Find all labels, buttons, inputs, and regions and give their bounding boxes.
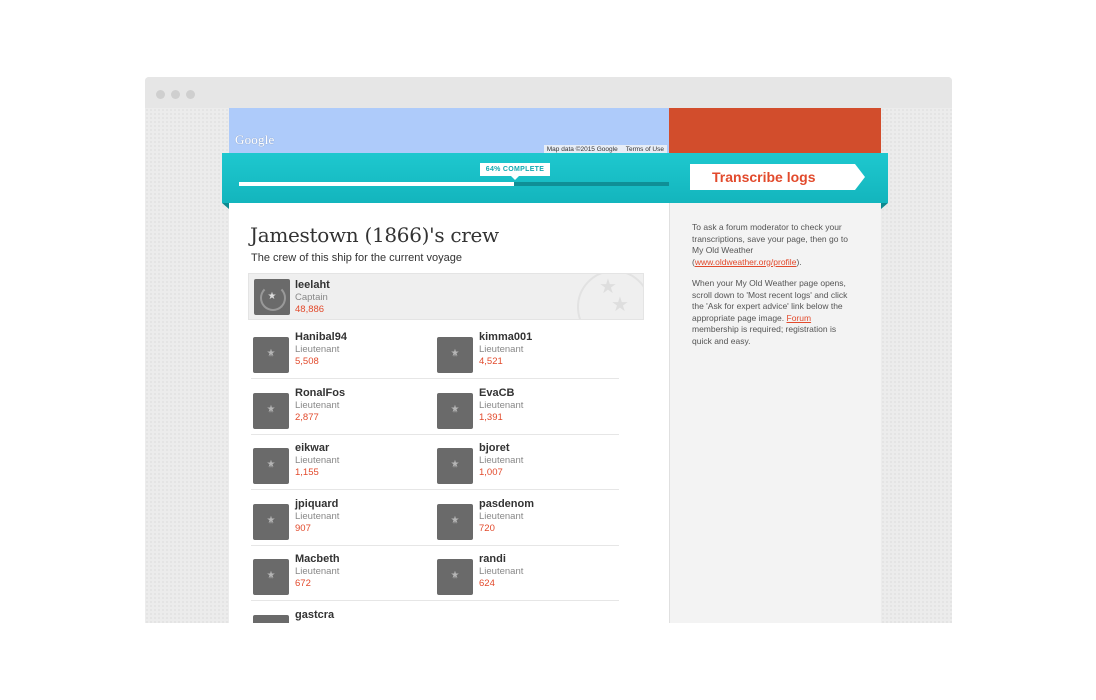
- crew-score: 907: [295, 522, 311, 534]
- crew-name[interactable]: randi: [479, 553, 506, 565]
- captain-score: 48,886: [295, 304, 325, 315]
- page-viewport: Google Map data ©2015 Google Terms of Use…: [145, 108, 952, 623]
- crew-avatar: ★⌃: [437, 503, 473, 540]
- chevron-icon: ⌃: [268, 521, 274, 529]
- crew-name[interactable]: Macbeth: [295, 553, 340, 565]
- browser-title-bar: [145, 77, 952, 108]
- crew-avatar: ★⌃: [437, 392, 473, 429]
- crew-score: 5,508: [295, 356, 319, 367]
- crew-avatar: ★⌃: [253, 337, 289, 373]
- crew-rank: Lieutenant: [479, 566, 524, 577]
- crew-avatar: ★⌃: [253, 614, 289, 623]
- crew-avatar: ★⌃: [253, 448, 289, 484]
- header-red-block: [669, 108, 881, 154]
- help-sidebar: To ask a forum moderator to check your t…: [669, 203, 881, 623]
- crew-score: 4,521: [479, 356, 503, 367]
- chevron-icon: ⌃: [268, 410, 274, 418]
- help-text: ).: [796, 256, 802, 267]
- crew-panel: Jamestown (1866)'s crew The crew of this…: [229, 203, 669, 623]
- row-divider: [251, 600, 619, 601]
- chevron-icon: ⌃: [268, 466, 274, 473]
- chevron-icon: ⌃: [452, 410, 458, 418]
- crew-score: 1,391: [479, 411, 503, 423]
- chevron-icon: ⌃: [452, 521, 458, 529]
- chevron-icon: ⌃: [452, 355, 458, 362]
- progress-label: 64% COMPLETE: [480, 163, 550, 180]
- crew-name[interactable]: Hanibal94: [295, 331, 347, 343]
- window-close-dot[interactable]: [156, 90, 165, 99]
- page-title: Jamestown (1866)'s crew: [250, 223, 499, 247]
- crew-score: 2,877: [295, 411, 319, 423]
- row-divider: [251, 489, 619, 490]
- band-fold-right: [881, 203, 888, 209]
- map-terms-link[interactable]: Terms of Use: [626, 146, 664, 153]
- transcribe-logs-button[interactable]: Transcribe logs: [690, 164, 865, 190]
- crew-avatar: ★⌃: [253, 392, 289, 429]
- star-icon: ★: [267, 291, 277, 302]
- crew-rank: Lieutenant: [295, 455, 340, 466]
- crew-rank: Lieutenant: [479, 455, 524, 466]
- map-strip[interactable]: Google Map data ©2015 Google Terms of Use: [229, 108, 669, 154]
- map-data-credit: Map data ©2015 Google: [546, 146, 618, 153]
- crew-name[interactable]: jpiquard: [295, 498, 338, 510]
- chevron-icon: ⌃: [268, 355, 274, 362]
- page-subtitle: The crew of this ship for the current vo…: [251, 252, 462, 264]
- crew-rank: Lieutenant: [295, 344, 340, 355]
- crew-name[interactable]: eikwar: [295, 442, 329, 454]
- crew-name[interactable]: bjoret: [479, 442, 510, 454]
- map-logo: Google: [235, 132, 275, 147]
- crew-avatar: ★⌃: [437, 337, 473, 373]
- band-fold-left: [222, 203, 229, 209]
- captain-avatar: ★: [254, 279, 290, 315]
- crew-rank: Lieutenant: [295, 566, 340, 577]
- browser-window: Google Map data ©2015 Google Terms of Use…: [145, 77, 952, 623]
- progress-fill: [239, 182, 515, 186]
- help-paragraph-1: To ask a forum moderator to check your t…: [692, 222, 858, 268]
- crew-avatar: ★⌃: [253, 559, 289, 595]
- crew-name[interactable]: RonalFos: [295, 387, 345, 399]
- crew-rank: Lieutenant: [295, 510, 340, 522]
- help-paragraph-2: When your My Old Weather page opens, scr…: [692, 278, 858, 347]
- row-divider: [251, 544, 619, 546]
- crew-avatar: ★⌃: [437, 448, 473, 484]
- crew-name[interactable]: kimma001: [479, 331, 532, 343]
- crew-rank: Lieutenant: [479, 399, 524, 411]
- captain-name[interactable]: leelaht: [295, 279, 330, 291]
- captain-rank: Captain: [295, 292, 328, 303]
- crew-score: 1,007: [479, 467, 503, 478]
- profile-link[interactable]: www.oldweather.org/profile: [695, 257, 797, 267]
- crew-name[interactable]: EvaCB: [479, 387, 514, 399]
- crew-score: 672: [295, 578, 311, 589]
- help-text: membership is required; registration is …: [692, 324, 837, 346]
- captain-card[interactable]: ★ ★ ★ leelaht Captain 48,886: [248, 273, 644, 320]
- chevron-icon: ⌃: [452, 577, 458, 584]
- crew-name[interactable]: pasdenom: [479, 498, 534, 510]
- progress-track: [239, 182, 669, 186]
- crew-score: 624: [479, 578, 495, 589]
- crew-rank: Lieutenant: [295, 399, 340, 411]
- window-zoom-dot[interactable]: [186, 90, 195, 99]
- crew-rank: Lieutenant: [479, 510, 524, 522]
- chevron-icon: ⌃: [268, 577, 274, 584]
- crew-name[interactable]: gastcra: [295, 609, 334, 621]
- row-divider: [251, 378, 619, 379]
- crew-avatar: ★⌃: [437, 559, 473, 595]
- row-divider: [251, 433, 619, 435]
- crew-rank: Lieutenant: [479, 344, 524, 355]
- crew-score: 720: [479, 522, 495, 534]
- crew-avatar: ★⌃: [253, 503, 289, 540]
- crew-score: 1,155: [295, 467, 319, 478]
- window-minimize-dot[interactable]: [171, 90, 180, 99]
- forum-link[interactable]: Forum: [787, 313, 812, 323]
- chevron-icon: ⌃: [452, 466, 458, 473]
- help-text: When your My Old Weather page opens, scr…: [692, 278, 848, 323]
- captain-badge-watermark: ★ ★: [577, 274, 643, 319]
